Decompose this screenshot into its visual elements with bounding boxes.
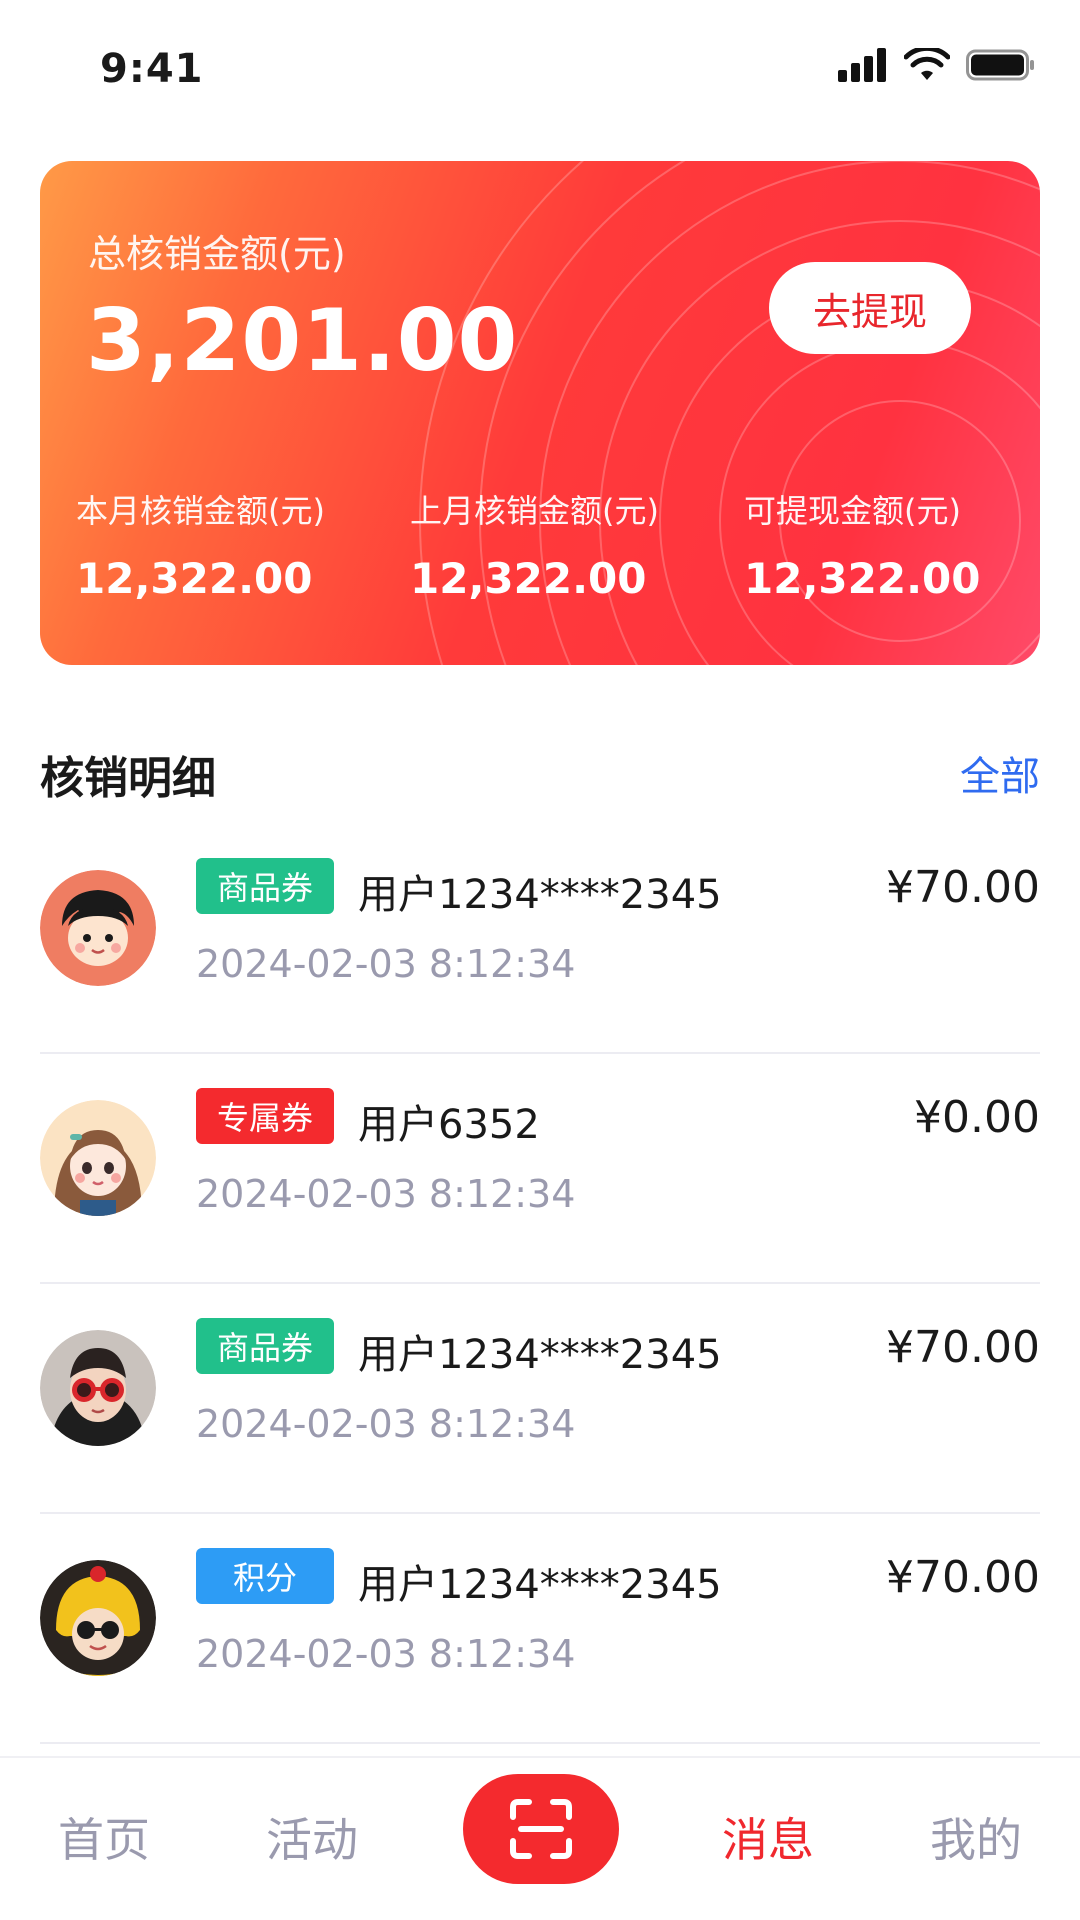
timestamp: 2024-02-03 8:12:34 [196,942,576,986]
amount: ¥0.00 [914,1092,1040,1143]
coupon-type-badge: 商品券 [196,1318,334,1374]
avatar [40,1100,156,1216]
bottom-tab-bar: 首页 活动 消息 我的 [0,1756,1080,1920]
stat-value: 12,322.00 [76,554,313,603]
tab-activity[interactable]: 活动 [232,1804,392,1870]
status-icons [838,48,1036,82]
user-name: 用户6352 [358,1102,540,1148]
stat-value: 12,322.00 [410,554,647,603]
user-name: 用户1234****2345 [358,872,722,918]
stat-this-month: 本月核销金额(元) 12,322.00 [76,486,325,603]
list-item[interactable]: 商品券 用户1234****2345 ¥70.00 2024-02-03 8:1… [40,824,1040,1054]
coupon-type-badge: 专属券 [196,1088,334,1144]
scan-icon [510,1799,572,1859]
user-name: 用户1234****2345 [358,1332,722,1378]
section-title: 核销明细 [40,753,216,804]
avatar [40,1560,156,1676]
total-label: 总核销金额(元) [88,232,346,276]
scan-button[interactable] [463,1774,619,1884]
timestamp: 2024-02-03 8:12:34 [196,1402,576,1446]
list-item[interactable]: 商品券 用户1234****2345 ¥70.00 2024-02-03 8:1… [40,1284,1040,1514]
amount: ¥70.00 [886,862,1040,913]
total-value: 3,201.00 [86,291,519,391]
list-item[interactable]: 专属券 用户6352 ¥0.00 2024-02-03 8:12:34 [40,1054,1040,1284]
coupon-type-badge: 积分 [196,1548,334,1604]
view-all-link[interactable]: 全部 [960,744,1040,802]
user-name: 用户1234****2345 [358,1562,722,1608]
avatar [40,1330,156,1446]
signal-icon [838,48,886,82]
stat-label: 可提现金额(元) [744,492,961,530]
withdraw-button[interactable]: 去提现 [769,262,971,354]
tab-home[interactable]: 首页 [24,1804,184,1870]
avatar [40,870,156,986]
status-bar: 9:41 [0,0,1080,140]
summary-card: 总核销金额(元) 3,201.00 去提现 本月核销金额(元) 12,322.0… [40,161,1040,665]
tab-messages[interactable]: 消息 [688,1804,848,1870]
coupon-type-badge: 商品券 [196,858,334,914]
wifi-icon [904,48,950,80]
stat-value: 12,322.00 [744,554,981,603]
records-list: 商品券 用户1234****2345 ¥70.00 2024-02-03 8:1… [40,824,1040,1744]
timestamp: 2024-02-03 8:12:34 [196,1632,576,1676]
stat-label: 上月核销金额(元) [410,492,659,530]
status-time: 9:41 [100,46,204,92]
battery-icon [966,49,1034,81]
amount: ¥70.00 [886,1552,1040,1603]
timestamp: 2024-02-03 8:12:34 [196,1172,576,1216]
list-item[interactable]: 积分 用户1234****2345 ¥70.00 2024-02-03 8:12… [40,1514,1040,1744]
amount: ¥70.00 [886,1322,1040,1373]
tab-mine[interactable]: 我的 [896,1804,1056,1870]
stat-label: 本月核销金额(元) [76,492,325,530]
stat-withdrawable: 可提现金额(元) 12,322.00 [744,486,980,603]
stat-last-month: 上月核销金额(元) 12,322.00 [410,486,659,603]
